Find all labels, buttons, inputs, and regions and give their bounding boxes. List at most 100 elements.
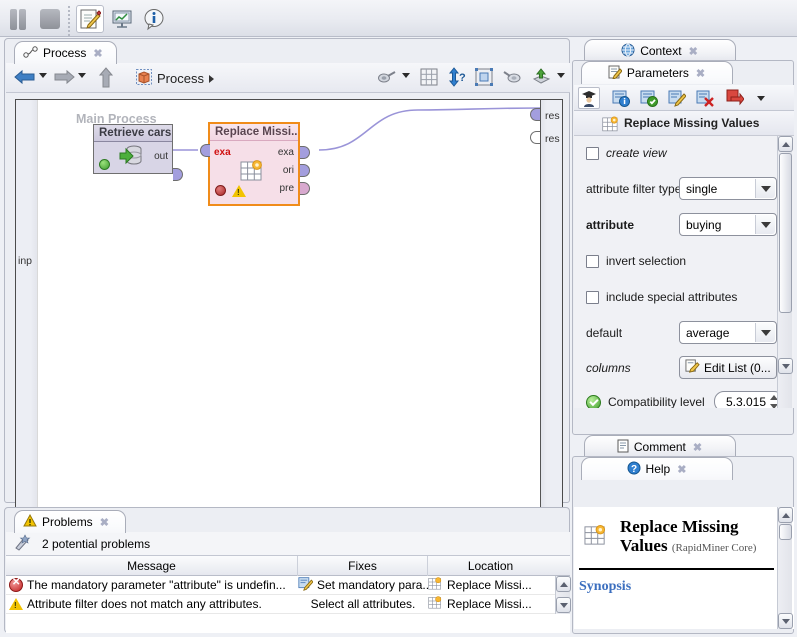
help-question-icon: ?: [627, 461, 641, 478]
include-special-attributes-checkbox[interactable]: [586, 290, 599, 304]
help-scrollbar[interactable]: [777, 507, 793, 629]
problem-location-cell[interactable]: Replace Missi...: [428, 595, 553, 613]
close-icon[interactable]: ✖: [696, 67, 705, 80]
restore-defaults-icon[interactable]: [724, 87, 746, 109]
info-perspective-icon[interactable]: [140, 5, 168, 33]
design-perspective-icon[interactable]: [76, 5, 104, 33]
select-value: single: [686, 181, 718, 196]
chevron-down-icon[interactable]: [755, 179, 775, 198]
operator-replace-missing-values[interactable]: Replace Missi... exa exa ori pre: [200, 122, 310, 206]
tab-label: Problems: [42, 515, 93, 529]
process-canvas[interactable]: inp Main Process Retrieve cars out Repla…: [15, 99, 563, 539]
problem-fix-cell[interactable]: Select all attributes.: [298, 597, 428, 611]
operator-port-exa-in: exa: [214, 147, 231, 158]
column-header-location[interactable]: Location: [428, 556, 553, 576]
forward-history-caret-icon[interactable]: [78, 73, 86, 78]
problem-fix-cell[interactable]: Set mandatory para...: [298, 576, 428, 594]
show-valid-parameters-icon[interactable]: [638, 87, 660, 109]
param-create-view[interactable]: create view: [586, 142, 667, 164]
param-label: include special attributes: [606, 290, 738, 304]
invert-selection-checkbox[interactable]: [586, 254, 599, 268]
pause-bars-icon[interactable]: [4, 5, 32, 33]
filter-caret-icon[interactable]: [402, 73, 410, 78]
tab-process[interactable]: Process ✖: [14, 41, 117, 64]
scrollbar-thumb[interactable]: [779, 153, 792, 313]
arrow-up-icon[interactable]: [98, 67, 114, 91]
filter-icon[interactable]: [377, 69, 397, 89]
breadcrumb[interactable]: Process: [136, 69, 214, 88]
tab-parameters[interactable]: Parameters ✖: [581, 61, 733, 84]
attribute-filter-type-select[interactable]: single: [679, 177, 777, 200]
breadcrumb-arrow-icon[interactable]: [208, 74, 214, 83]
show-info-parameters-icon[interactable]: [610, 87, 632, 109]
scroll-down-button[interactable]: [778, 358, 793, 374]
column-header-fixes[interactable]: Fixes: [298, 555, 428, 576]
scroll-down-button[interactable]: [778, 613, 793, 629]
problem-location-cell[interactable]: Replace Missi...: [428, 576, 553, 594]
canvas-input-port-column: inp: [16, 100, 38, 538]
close-icon[interactable]: ✖: [689, 45, 698, 58]
canvas-port-res-1[interactable]: [530, 108, 540, 121]
column-header-message[interactable]: Message: [6, 555, 298, 576]
back-history-caret-icon[interactable]: [39, 73, 47, 78]
problem-message: Attribute filter does not match any attr…: [27, 597, 262, 611]
stop-square-icon[interactable]: [36, 5, 64, 33]
tab-help[interactable]: ? Help ✖: [581, 457, 733, 480]
tab-label: Context: [640, 44, 682, 58]
scroll-down-button[interactable]: [556, 597, 571, 613]
table-row[interactable]: Attribute filter does not match any attr…: [6, 595, 570, 614]
fit-to-screen-icon[interactable]: [475, 68, 493, 89]
edit-list-button[interactable]: Edit List (0...: [679, 356, 777, 379]
help-package: (RapidMiner Core): [671, 542, 757, 554]
edit-parameters-icon: [298, 576, 314, 594]
param-include-special-attributes[interactable]: include special attributes: [586, 286, 737, 308]
close-icon[interactable]: ✖: [100, 516, 109, 529]
error-icon: [9, 578, 23, 592]
scrollbar-thumb[interactable]: [779, 524, 792, 540]
canvas-surface[interactable]: Main Process Retrieve cars out Replace M…: [37, 100, 562, 538]
tab-comment[interactable]: Comment ✖: [584, 435, 736, 458]
export-caret-icon[interactable]: [557, 73, 565, 78]
export-icon[interactable]: [532, 68, 551, 89]
help-panel: ? Help ✖ Replace Missing Values (RapidMi…: [572, 456, 794, 634]
table-row[interactable]: The mandatory parameter "attribute" is u…: [6, 576, 570, 595]
clear-parameters-icon[interactable]: [694, 87, 716, 109]
scroll-up-button[interactable]: [778, 136, 793, 152]
expert-mode-icon[interactable]: [578, 87, 600, 109]
tab-problems[interactable]: Problems ✖: [14, 510, 126, 533]
attribute-select[interactable]: buying: [679, 213, 777, 236]
parameters-toolbar: [574, 85, 794, 111]
arrow-forward-icon[interactable]: [53, 69, 75, 88]
chevron-down-icon[interactable]: [755, 323, 775, 342]
grid-layout-icon[interactable]: [420, 68, 438, 89]
param-invert-selection[interactable]: invert selection: [586, 250, 686, 272]
scroll-up-button[interactable]: [556, 576, 571, 592]
param-label: default: [586, 326, 623, 340]
tab-label: Help: [645, 462, 671, 476]
magnifier-icon[interactable]: [503, 69, 523, 88]
edit-parameters-icon[interactable]: [666, 87, 688, 109]
scroll-up-button[interactable]: [778, 507, 793, 523]
arrow-back-icon[interactable]: [14, 69, 36, 88]
compatibility-level-spinner[interactable]: 5.3.015: [714, 391, 784, 408]
parameters-scrollbar[interactable]: [777, 136, 793, 408]
chevron-down-icon[interactable]: [755, 215, 775, 234]
problems-scrollbar[interactable]: [555, 576, 571, 614]
results-perspective-icon[interactable]: [108, 5, 136, 33]
auto-fit-icon[interactable]: ?: [447, 67, 467, 90]
tab-context[interactable]: Context ✖: [584, 39, 736, 62]
operator-title: Replace Missi...: [210, 124, 298, 141]
param-attribute-label: attribute: [586, 214, 634, 236]
operator-port-pre-out: pre: [279, 183, 294, 194]
close-icon[interactable]: ✖: [93, 47, 102, 60]
dropdown-caret-icon[interactable]: [750, 87, 772, 109]
operator-retrieve-cars[interactable]: Retrieve cars out: [93, 124, 183, 181]
canvas-port-res-2[interactable]: [530, 131, 540, 144]
close-icon[interactable]: ✖: [693, 441, 702, 454]
close-icon[interactable]: ✖: [677, 463, 686, 476]
port-exa-in[interactable]: [200, 144, 210, 157]
default-select[interactable]: average: [679, 321, 777, 344]
create-view-checkbox[interactable]: [586, 146, 599, 160]
process-editor-panel: Process ? inp Main Process Retrieve cars…: [4, 38, 570, 539]
help-content: Replace Missing Values (RapidMiner Core)…: [574, 507, 794, 629]
